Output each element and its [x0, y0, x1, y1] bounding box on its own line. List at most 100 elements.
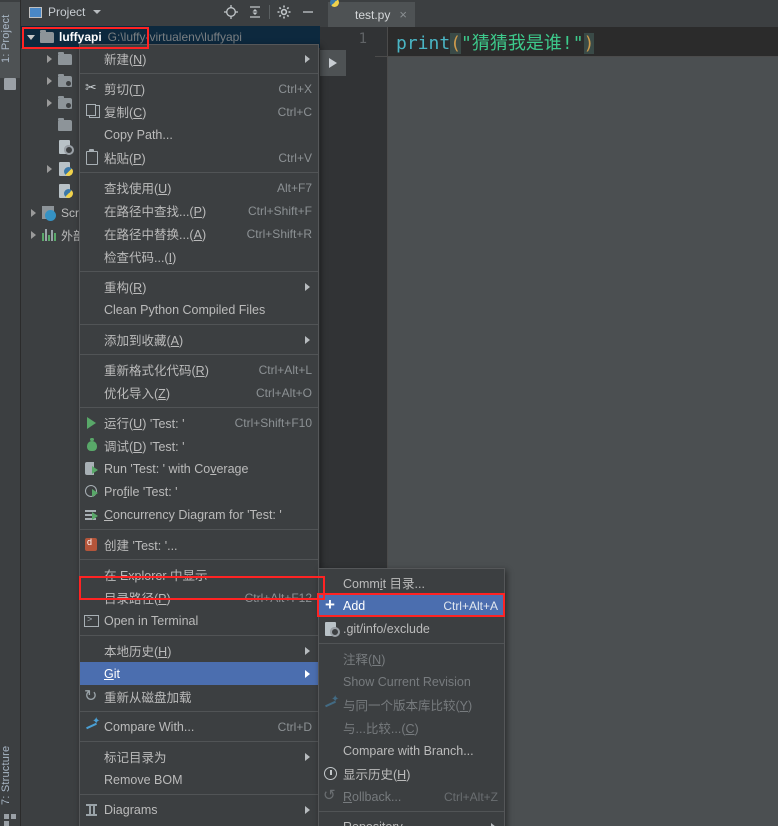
menu-separator [80, 354, 318, 355]
tree-toggle-icon[interactable] [23, 34, 39, 40]
tree-toggle-icon[interactable] [41, 99, 57, 107]
menu-item-open-in-terminal[interactable]: Open in Terminal [80, 609, 318, 632]
menu-item-git-info-exclude[interactable]: .git/info/exclude [319, 617, 504, 640]
menu-item-run-test[interactable]: 运行(U) 'Test: ' Ctrl+Shift+F10 [80, 411, 318, 434]
menu-item-paste[interactable]: 粘贴(P) Ctrl+V [80, 146, 318, 169]
tree-toggle-icon[interactable] [25, 209, 41, 217]
menu-item-commit-directory[interactable]: Commit 目录... [319, 571, 504, 594]
menu-item-label: 重构(R) [104, 281, 147, 295]
chevron-down-icon[interactable] [93, 10, 102, 14]
menu-item-label: .git/info/exclude [343, 621, 430, 636]
no-icon [80, 203, 104, 219]
menu-item-new[interactable]: 新建(N) [80, 47, 318, 70]
tree-toggle-icon[interactable] [25, 231, 41, 239]
menu-item-reformat-code[interactable]: 重新格式化代码(R) Ctrl+Alt+L [80, 358, 318, 381]
menu-item-copy-path[interactable]: Copy Path... [80, 123, 318, 146]
code-close-paren: ) [583, 33, 595, 54]
menu-item-replace-in-path[interactable]: 在路径中替换...(A) Ctrl+Shift+R [80, 222, 318, 245]
menu-separator [80, 711, 318, 712]
no-icon [80, 749, 104, 765]
submenu-arrow-icon [305, 752, 310, 761]
compare-icon [80, 716, 104, 735]
no-icon [80, 332, 104, 348]
menu-item-label: Clean Python Compiled Files [104, 302, 266, 317]
menu-item-git[interactable]: Git [80, 662, 318, 685]
menu-item-label: Add [343, 598, 366, 613]
menu-item-shortcut: Ctrl+Alt+L [258, 362, 312, 377]
locate-icon[interactable] [219, 0, 243, 24]
menu-item-profile-test[interactable]: Profile 'Test: ' [80, 480, 318, 503]
menu-item-shortcut: Ctrl+Alt+F12 [244, 590, 312, 605]
menu-item-compare-with-branch[interactable]: Compare with Branch... [319, 739, 504, 762]
git-exclude-icon [319, 621, 343, 637]
menu-item-directory-path[interactable]: 目录路径(P) Ctrl+Alt+F12 [80, 586, 318, 609]
menu-item-local-history[interactable]: 本地历史(H) [80, 639, 318, 662]
git-submenu: Commit 目录... Add Ctrl+Alt+A .git/info/ex… [318, 568, 505, 826]
menu-item-add-to-favorites[interactable]: 添加到收藏(A) [80, 328, 318, 351]
menu-separator [80, 324, 318, 325]
menu-item-find-usages[interactable]: 查找使用(U) Alt+F7 [80, 176, 318, 199]
menu-item-copy[interactable]: 复制(C) Ctrl+C [80, 100, 318, 123]
tree-item-label: luffyapi [59, 30, 102, 44]
menu-item-label: 标记目录为 [104, 751, 167, 765]
menu-item-label: 目录路径(P) [104, 592, 171, 606]
menu-item-create-test-config[interactable]: 创建 'Test: '... [80, 533, 318, 556]
close-icon[interactable]: × [399, 7, 407, 22]
menu-item-compare-with[interactable]: Compare With... Ctrl+D [80, 715, 318, 738]
menu-item-label: 与同一个版本库比较(Y) [343, 699, 473, 713]
menu-item-show-current-revision: Show Current Revision [319, 670, 504, 693]
menu-item-add[interactable]: Add Ctrl+Alt+A [319, 594, 504, 617]
collapse-all-icon[interactable] [243, 0, 267, 24]
menu-item-clean-python-compiled-files[interactable]: Clean Python Compiled Files [80, 298, 318, 321]
menu-item-debug-test[interactable]: 调试(D) 'Test: ' [80, 434, 318, 457]
menu-item-create-gist[interactable]: Create Gist... [80, 821, 318, 826]
menu-item-label: Run 'Test: ' with Coverage [104, 461, 249, 476]
menu-item-shortcut: Ctrl+Alt+O [255, 385, 312, 400]
menu-item-optimize-imports[interactable]: 优化导入(Z) Ctrl+Alt+O [80, 381, 318, 404]
no-icon [319, 819, 343, 826]
run-gutter-icon[interactable] [320, 50, 346, 76]
paste-icon [80, 148, 104, 166]
menu-item-shortcut: Ctrl+Alt+A [443, 598, 498, 613]
menu-item-mark-directory-as[interactable]: 标记目录为 [80, 745, 318, 768]
stripe-button-project[interactable]: 1: Project [0, 2, 20, 78]
context-menu: 新建(N) 剪切(T) Ctrl+X 复制(C) Ctrl+C Copy Pat… [79, 44, 319, 826]
menu-item-label: 显示历史(H) [343, 768, 411, 782]
menu-item-refactor[interactable]: 重构(R) [80, 275, 318, 298]
tree-toggle-icon[interactable] [41, 77, 57, 85]
stripe-button-structure[interactable]: 7: Structure [0, 732, 20, 818]
menu-item-repository[interactable]: Repository [319, 815, 504, 826]
menu-item-remove-bom[interactable]: Remove BOM [80, 768, 318, 791]
folder-icon [57, 117, 73, 133]
menu-item-diagrams[interactable]: Diagrams [80, 798, 318, 821]
menu-item-concurrency-diagram[interactable]: Concurrency Diagram for 'Test: ' [80, 503, 318, 526]
no-icon [319, 651, 343, 667]
menu-item-show-history[interactable]: 显示历史(H) [319, 762, 504, 785]
tree-toggle-icon[interactable] [41, 55, 57, 63]
menu-item-show-in-explorer[interactable]: 在 Explorer 中显示 [80, 563, 318, 586]
menu-item-cut[interactable]: 剪切(T) Ctrl+X [80, 77, 318, 100]
project-panel-icon [4, 78, 16, 90]
menu-separator [80, 407, 318, 408]
menu-item-label: Commit 目录... [343, 577, 425, 591]
external-libraries-icon [41, 227, 57, 243]
menu-item-run-with-coverage[interactable]: Run 'Test: ' with Coverage [80, 457, 318, 480]
settings-gear-icon[interactable] [272, 0, 296, 24]
menu-item-find-in-path[interactable]: 在路径中查找...(P) Ctrl+Shift+F [80, 199, 318, 222]
plus-icon [319, 595, 343, 615]
menu-item-label: 优化导入(Z) [104, 387, 170, 401]
no-icon [80, 643, 104, 659]
menu-separator [80, 635, 318, 636]
menu-item-shortcut: Ctrl+Shift+F10 [234, 415, 312, 430]
menu-item-shortcut: Alt+F7 [276, 180, 312, 195]
menu-separator [80, 559, 318, 560]
editor-tab-test-py[interactable]: test.py × [328, 2, 415, 27]
tree-toggle-icon[interactable] [41, 165, 57, 173]
menu-item-label: Rollback... [343, 789, 402, 804]
menu-item-reload-from-disk[interactable]: 重新从磁盘加载 [80, 685, 318, 708]
menu-item-inspect-code[interactable]: 检查代码...(I) [80, 245, 318, 268]
menu-separator [80, 741, 318, 742]
hide-icon[interactable] [296, 0, 320, 24]
submenu-arrow-icon [305, 805, 310, 814]
menu-item-label: Compare With... [104, 719, 195, 734]
